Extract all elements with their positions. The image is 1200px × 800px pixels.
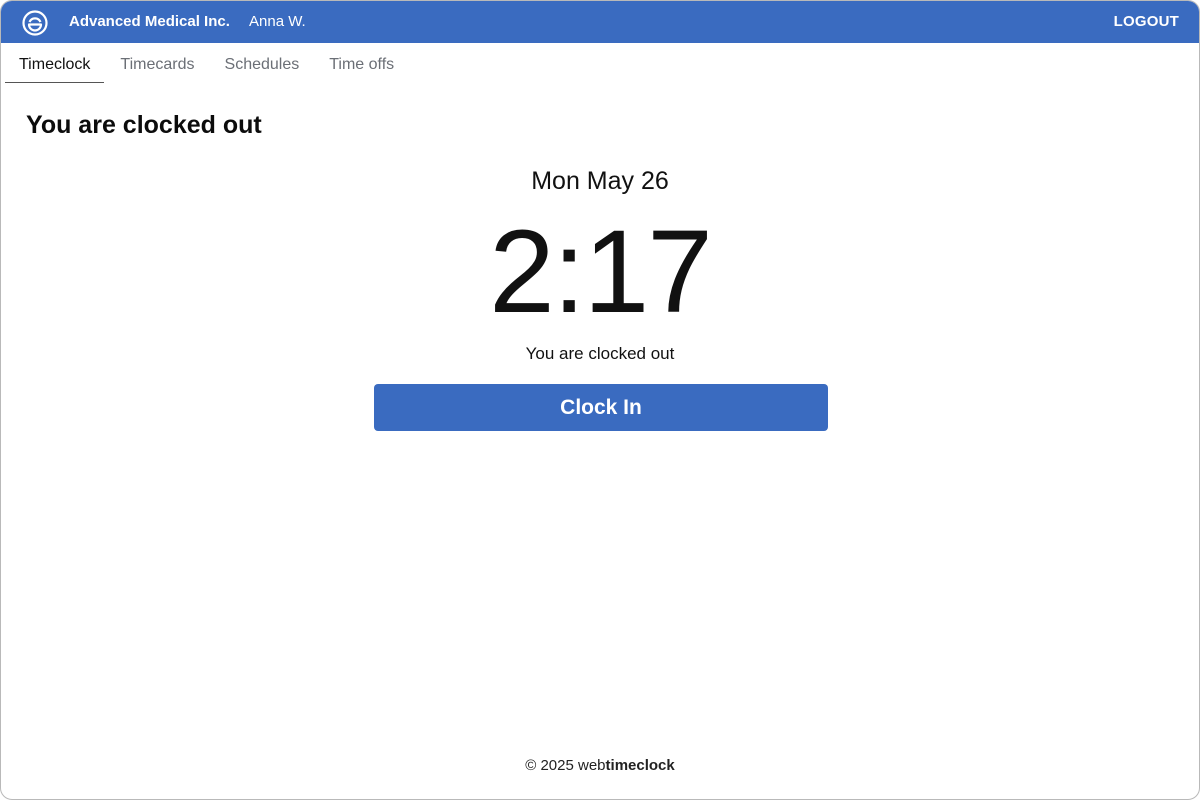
logout-button[interactable]: LOGOUT (1114, 13, 1179, 31)
app-window: Advanced Medical Inc. Anna W. LOGOUT Tim… (0, 0, 1200, 800)
tab-schedules[interactable]: Schedules (211, 43, 314, 83)
page-title: You are clocked out (26, 111, 262, 139)
user-name: Anna W. (249, 13, 306, 30)
top-bar: Advanced Medical Inc. Anna W. LOGOUT (1, 1, 1199, 43)
footer-brand[interactable]: timeclock (606, 757, 675, 774)
footer: © 2025 webtimeclock (1, 756, 1199, 776)
current-date: Mon May 26 (531, 167, 669, 195)
company-name: Advanced Medical Inc. (69, 13, 230, 30)
tab-timecards[interactable]: Timecards (106, 43, 208, 83)
tab-bar: Timeclock Timecards Schedules Time offs (5, 43, 410, 83)
current-time: 2:17 (489, 206, 713, 338)
clock-in-button[interactable]: Clock In (374, 384, 828, 431)
webtimeclock-logo-icon[interactable] (22, 10, 48, 36)
footer-copyright: © 2025 web (525, 757, 606, 774)
tab-time-offs[interactable]: Time offs (315, 43, 408, 83)
tab-timeclock[interactable]: Timeclock (5, 43, 105, 83)
clock-status-text: You are clocked out (525, 344, 675, 363)
